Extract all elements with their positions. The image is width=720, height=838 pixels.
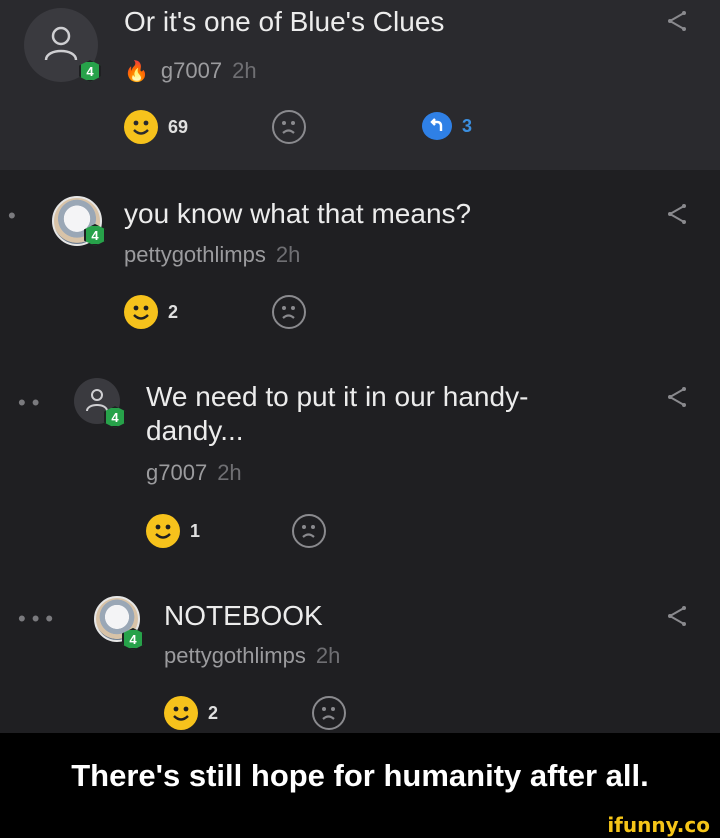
like-button[interactable]: 2: [124, 295, 178, 329]
comment-thread: 4 Or it's one of Blue's Clues 🔥 g7007 2h 6…: [0, 0, 720, 733]
fire-icon: 🔥: [124, 61, 149, 83]
dislike-button[interactable]: [292, 514, 326, 548]
like-count: 1: [190, 520, 201, 541]
share-icon[interactable]: [664, 201, 690, 227]
username[interactable]: g7007: [146, 460, 207, 485]
share-icon[interactable]: [664, 384, 690, 410]
timestamp: 2h: [315, 643, 341, 668]
timestamp: 2h: [275, 242, 301, 267]
ifunny-watermark: ifunny.co: [607, 813, 710, 837]
comment-text: We need to put it in our handy-dandy...: [146, 381, 529, 446]
comment-text: you know what that means?: [124, 198, 472, 229]
reply-icon: [422, 112, 452, 140]
comment-meta: g7007 2h: [146, 460, 242, 486]
comment-meta: pettygothlimps 2h: [164, 643, 340, 669]
comment-text: Or it's one of Blue's Clues: [124, 6, 445, 37]
like-button[interactable]: 1: [146, 514, 200, 548]
share-icon[interactable]: [664, 603, 690, 629]
username[interactable]: pettygothlimps: [164, 643, 306, 668]
comment-meta: pettygothlimps 2h: [124, 242, 300, 268]
smile-icon: [164, 696, 198, 730]
dislike-button[interactable]: [272, 295, 306, 329]
like-button[interactable]: 2: [164, 696, 218, 730]
comment-top: 4 Or it's one of Blue's Clues 🔥 g7007 2h 6…: [0, 0, 720, 170]
like-button[interactable]: 69: [124, 110, 188, 144]
like-count: 69: [168, 116, 189, 137]
smile-icon: [124, 295, 158, 329]
like-count: 2: [208, 702, 219, 723]
smile-icon: [124, 110, 158, 144]
replies-button[interactable]: 3: [422, 112, 472, 140]
timestamp: 2h: [217, 460, 242, 485]
timestamp: 2h: [232, 58, 257, 83]
caption-bar: There's still hope for humanity after al…: [0, 733, 720, 819]
like-count: 2: [168, 301, 179, 322]
sad-face-icon: [282, 121, 295, 134]
username[interactable]: pettygothlimps: [124, 242, 266, 267]
dislike-button[interactable]: [272, 110, 306, 144]
watermark-bar: ifunny.co: [0, 813, 720, 838]
indent-dots: •: [8, 203, 22, 228]
username[interactable]: g7007: [161, 58, 222, 83]
reply-count: 3: [462, 115, 473, 136]
comment-text: NOTEBOOK: [164, 600, 323, 631]
indent-dots: ••: [18, 390, 46, 415]
dislike-button[interactable]: [312, 696, 346, 730]
sad-face-icon: [282, 306, 295, 319]
caption-text: There's still hope for humanity after al…: [71, 758, 649, 793]
smile-icon: [146, 514, 180, 548]
share-icon[interactable]: [664, 8, 690, 34]
sad-face-icon: [322, 707, 335, 720]
comment-meta: 🔥 g7007 2h: [124, 58, 257, 84]
indent-dots: •••: [18, 606, 60, 631]
sad-face-icon: [302, 525, 315, 538]
